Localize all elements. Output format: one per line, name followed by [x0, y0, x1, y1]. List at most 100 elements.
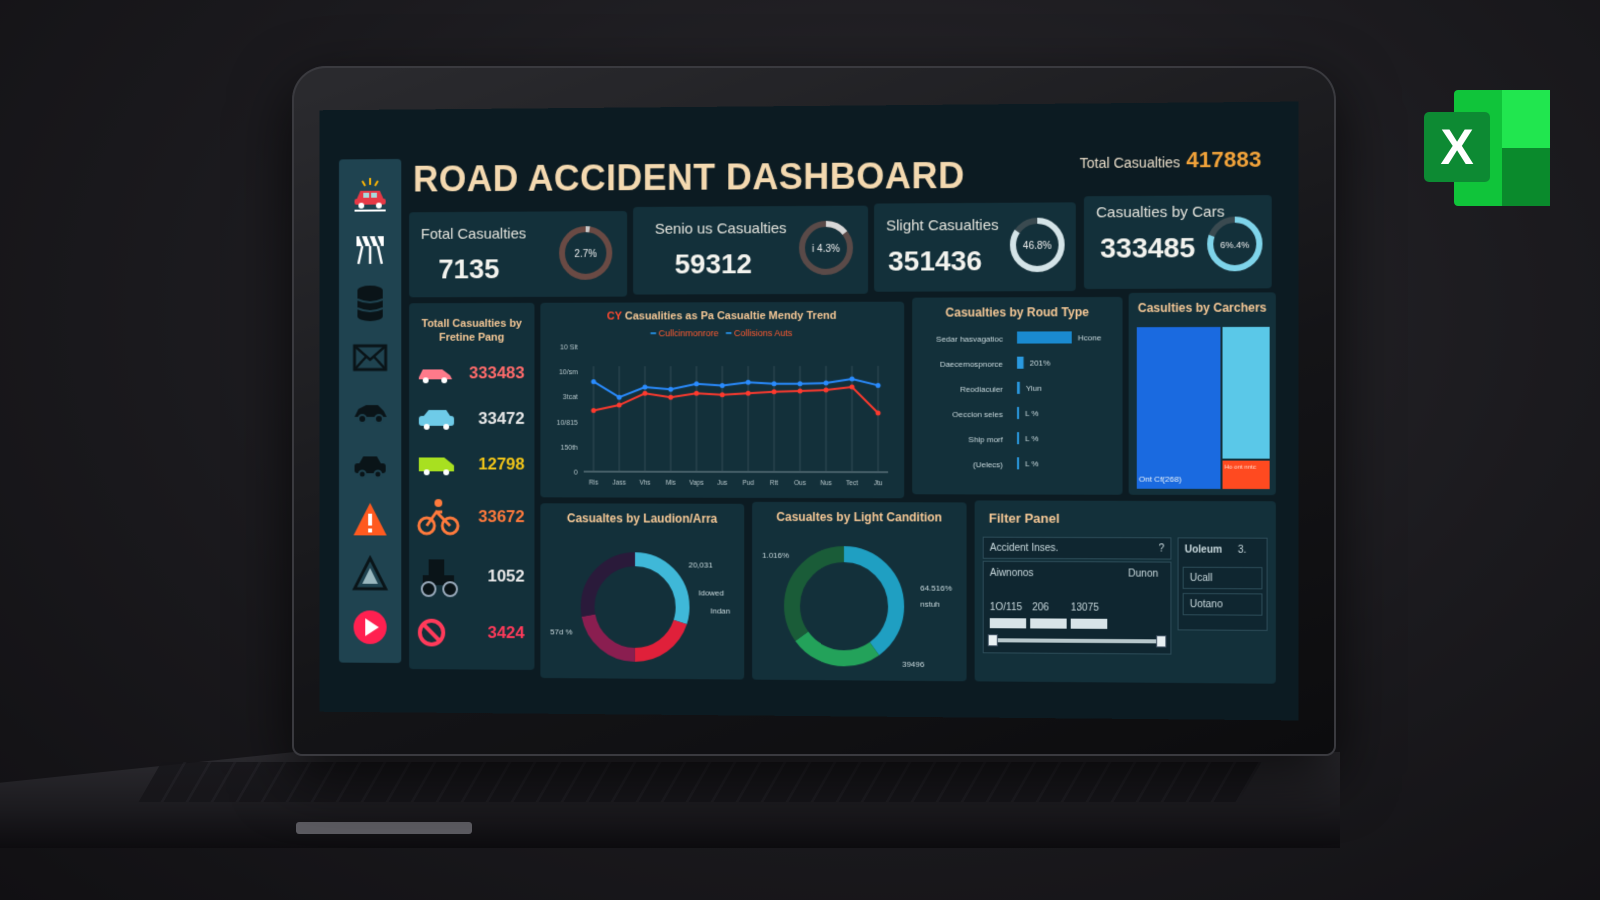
bar-label: L %: [1025, 459, 1039, 468]
dashboard-screen: ROAD ACCIDENT DASHBOARD Total Casualties…: [320, 102, 1299, 721]
kpi-donut: 6%.4%: [1204, 213, 1265, 274]
kpi-value: 351436: [888, 245, 982, 278]
kpi-donut: i 4.3%: [796, 218, 856, 278]
y-tick-label: 0: [574, 470, 578, 477]
slice-label: 39496: [902, 660, 925, 669]
car-icon[interactable]: [349, 391, 392, 431]
car-side-icon[interactable]: [349, 445, 392, 485]
bar-label: L %: [1025, 434, 1039, 443]
data-point: [720, 392, 725, 397]
total-casualties-label: Total Casualties: [1080, 154, 1181, 171]
data-point: [876, 383, 881, 388]
vehicle-value: 3424: [488, 623, 525, 643]
data-point: [668, 395, 673, 400]
range-slider-handle-left[interactable]: [988, 634, 998, 646]
warning-icon[interactable]: [349, 500, 392, 540]
vehicle-value: 12798: [478, 455, 524, 475]
category-label: Ship morf: [968, 435, 1003, 444]
mail-icon[interactable]: [349, 337, 392, 377]
total-casualties-header: Total Casualties 417883: [1080, 147, 1262, 175]
database-icon[interactable]: [349, 283, 392, 323]
total-casualties-value: 417883: [1186, 147, 1261, 173]
x-tick-label: Pud: [742, 480, 754, 487]
carchers-title: Casulties by Carchers: [1129, 300, 1276, 315]
car-icon: [417, 363, 454, 383]
slice-label: 64.516%: [920, 584, 952, 593]
laptop-notch: [296, 822, 472, 834]
road-type-card[interactable]: Casualties by Roud Type Sedar hasvagatio…: [912, 297, 1122, 495]
x-tick-label: Mis: [666, 480, 676, 487]
data-point: [746, 380, 751, 385]
filter-option[interactable]: Uotano: [1183, 593, 1263, 616]
kpi-value: 59312: [675, 248, 752, 280]
kpi-card-serious[interactable]: Senio us Casualties 59312 i 4.3%: [633, 206, 868, 295]
triangle-icon[interactable]: [349, 554, 392, 594]
trend-chart-card[interactable]: CY Casualities as Pa Casualtie Mendy Tre…: [540, 302, 904, 499]
data-point: [798, 381, 803, 386]
data-point: [850, 377, 855, 382]
filter-option[interactable]: Ucall: [1183, 567, 1263, 590]
data-point: [617, 403, 622, 408]
filter-panel-title: Filter Panel: [989, 511, 1060, 526]
kpi-donut: 2.7%: [556, 223, 615, 283]
slice-label: 1.016%: [762, 551, 789, 560]
bar-label: 201%: [1030, 359, 1051, 368]
data-point: [850, 384, 855, 389]
vehicle-panel-title: Totall Casualties by Fretine Pang: [409, 317, 534, 345]
kpi-value: 333485: [1100, 232, 1195, 265]
x-tick-label: Tect: [846, 480, 858, 487]
accident-filter-dropdown[interactable]: Accident Inses. ?: [983, 537, 1172, 560]
category-label: Sedar hasvagatioc: [936, 335, 1003, 344]
vehicle-row-suv[interactable]: 33472: [417, 404, 525, 434]
data-point: [746, 391, 751, 396]
kpi-card-fatal[interactable]: Fotal Casualties 7135 2.7%: [409, 211, 627, 297]
bar-label: Hcone: [1078, 333, 1102, 342]
sidebar: [339, 159, 401, 663]
data-point: [823, 380, 828, 385]
x-tick-label: Ris: [589, 480, 598, 487]
location-card[interactable]: Casualtes by Laudion/Arra 20,031 Idowed In…: [540, 503, 744, 679]
range-slider-handle-right[interactable]: [1156, 635, 1166, 647]
bar: [1017, 382, 1020, 394]
location-donut-chart: 20,031IdowedIndan57d %: [540, 503, 744, 679]
crash-icon[interactable]: [349, 174, 392, 214]
vehicle-row-tractor[interactable]: 1052: [417, 554, 525, 598]
slice-label: Idowed: [698, 588, 724, 597]
data-point: [772, 381, 777, 386]
kpi-card-slight[interactable]: Slight Casualties 351436 46.8%: [874, 202, 1076, 291]
carchers-label-1: Ont Cf(268): [1139, 475, 1182, 484]
svg-text:i 4.3%: i 4.3%: [812, 244, 840, 255]
suv-icon: [417, 408, 456, 430]
data-point: [798, 388, 803, 393]
vehicle-row-bicycle[interactable]: 33672: [417, 497, 525, 537]
x-tick-label: Nus: [820, 480, 832, 487]
kpi-label: Slight Casualties: [886, 217, 998, 235]
y-tick-label: 10/sm: [559, 369, 578, 376]
vehicle-value: 33672: [478, 507, 524, 527]
kpi-label: Fotal Casualties: [421, 226, 526, 243]
kpi-donut: 46.8%: [1007, 214, 1068, 275]
slice-label: 57d %: [550, 627, 572, 636]
data-point: [591, 408, 596, 413]
bar: [1017, 432, 1019, 444]
range-slider-track[interactable]: [994, 638, 1160, 643]
vehicle-row-other[interactable]: 3424: [417, 618, 525, 648]
range-filter[interactable]: Aiwnonos Dunon 1O/115 206 13075: [983, 561, 1172, 655]
roadblock-icon[interactable]: [349, 229, 392, 269]
category-label: (Uelecs): [973, 460, 1003, 469]
data-point: [642, 391, 647, 396]
slice-label: Indan: [710, 606, 730, 615]
x-tick-label: Jass: [613, 480, 626, 487]
vehicle-row-car[interactable]: 333483: [417, 358, 525, 388]
range-bar-3: [1071, 619, 1108, 629]
data-point: [591, 379, 596, 384]
kpi-card-cars[interactable]: Casualties by Cars 333485 6%.4%: [1084, 195, 1272, 289]
x-tick-label: Jtu: [874, 480, 883, 487]
road-type-bar-chart: Sedar hasvagatioc Hcone Daecemospnorce 201%…: [912, 297, 1122, 495]
light-card[interactable]: Casualtes by Light Candition 1.016% 64.51…: [752, 502, 966, 681]
carchers-card[interactable]: Casulties by Carchers Ont Cf(268) Ho ont…: [1129, 292, 1276, 495]
vehicle-row-van[interactable]: 12798: [417, 450, 525, 480]
side-filter[interactable]: Uoleum 3. Ucall Uotano: [1178, 537, 1268, 631]
play-icon[interactable]: [349, 608, 392, 648]
category-label: Daecemospnorce: [940, 360, 1004, 369]
